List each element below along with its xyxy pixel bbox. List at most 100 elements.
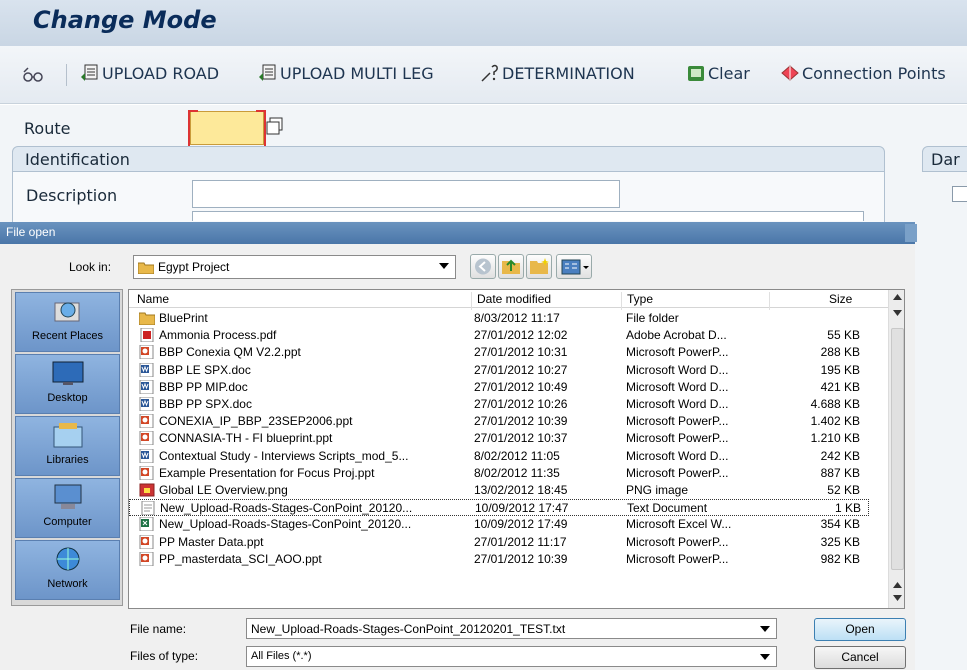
file-row[interactable]: Contextual Study - Interviews Scripts_mo… <box>129 448 869 465</box>
file-row[interactable]: BluePrint 8/03/2012 11:17 File folder <box>129 310 869 327</box>
up-folder-icon <box>502 259 520 274</box>
column-type[interactable]: Type <box>627 292 653 306</box>
place-network[interactable]: Network <box>15 540 120 600</box>
file-type: File folder <box>626 311 679 325</box>
route-input[interactable] <box>188 110 266 148</box>
file-row[interactable]: CONNASIA-TH - FI blueprint.ppt 27/01/2012… <box>129 430 869 447</box>
look-in-label: Look in: <box>69 260 112 274</box>
file-name: BBP PP SPX.doc <box>159 397 252 411</box>
file-size: 325 KB <box>820 534 860 549</box>
file-date: 27/01/2012 11:17 <box>474 534 567 549</box>
dialog-title-bar: File open <box>0 222 915 244</box>
back-icon <box>475 258 491 275</box>
column-name[interactable]: Name <box>137 292 169 306</box>
file-name: Example Presentation for Focus Proj.ppt <box>159 465 375 480</box>
file-size: 1 KB <box>834 501 861 516</box>
file-row[interactable]: New_Upload-Roads-Stages-ConPoint_20120..… <box>129 516 869 533</box>
file-date: 8/03/2012 11:17 <box>474 311 560 325</box>
description-input-2[interactable] <box>192 211 864 221</box>
file-row[interactable]: Example Presentation for Focus Proj.ppt 8… <box>129 465 869 482</box>
back-button[interactable] <box>470 254 496 279</box>
file-date: 27/01/2012 10:27 <box>474 362 568 377</box>
view-menu-icon <box>561 259 589 275</box>
powerpoint-file-icon <box>139 551 154 566</box>
scroll-down-icon[interactable] <box>893 595 902 601</box>
file-name-label: File name: <box>130 622 187 636</box>
file-name: CONEXIA_IP_BBP_23SEP2006.ppt <box>159 414 353 429</box>
up-folder-button[interactable] <box>498 254 524 279</box>
file-row[interactable]: BBP LE SPX.doc 27/01/2012 10:27 Microsoft … <box>129 362 869 379</box>
places-bar: Recent Places Desktop Libraries Computer… <box>11 289 123 606</box>
upload-multi-leg-button[interactable]: UPLOAD MULTI LEG <box>258 63 434 83</box>
glasses-icon[interactable] <box>22 66 44 84</box>
powerpoint-file-icon <box>139 414 154 429</box>
place-libraries[interactable]: Libraries <box>15 416 120 476</box>
file-name: Contextual Study - Interviews Scripts_mo… <box>159 448 409 463</box>
place-desktop[interactable]: Desktop <box>15 354 120 414</box>
description-label: Description <box>26 186 118 205</box>
determination-button[interactable]: DETERMINATION <box>480 63 635 83</box>
file-row[interactable]: BBP PP MIP.doc 27/01/2012 10:49 Microsoft … <box>129 379 869 396</box>
column-date[interactable]: Date modified <box>477 292 551 306</box>
description-input[interactable] <box>192 180 620 208</box>
chevron-down-icon <box>760 654 770 660</box>
file-row[interactable]: BBP PP SPX.doc 27/01/2012 10:26 Microsoft … <box>129 396 869 413</box>
word-file-icon <box>139 448 154 463</box>
image-file-icon <box>139 483 155 497</box>
date-checkbox[interactable] <box>952 186 967 202</box>
file-name: BBP PP MIP.doc <box>159 379 248 394</box>
file-date: 13/02/2012 18:45 <box>474 483 568 497</box>
folder-icon <box>138 262 154 274</box>
file-size: 55 KB <box>827 328 860 343</box>
word-file-icon <box>139 379 154 394</box>
file-name-input[interactable]: New_Upload-Roads-Stages-ConPoint_2012020… <box>246 618 777 639</box>
file-row[interactable]: Ammonia Process.pdf 27/01/2012 12:02 Adobe… <box>129 327 869 344</box>
scrollbar-thumb[interactable] <box>891 328 904 570</box>
file-row[interactable]: BBP Conexia QM V2.2.ppt 27/01/2012 10:31 M… <box>129 344 869 361</box>
file-date: 27/01/2012 10:49 <box>474 379 568 394</box>
scroll-up-icon[interactable] <box>893 294 902 300</box>
sap-toolbar: UPLOAD ROAD UPLOAD MULTI LEG DETERMINATI… <box>0 46 967 104</box>
vertical-scrollbar[interactable] <box>888 290 904 608</box>
file-name: Ammonia Process.pdf <box>159 328 277 343</box>
file-date: 10/09/2012 17:47 <box>475 501 569 516</box>
place-recent-places[interactable]: Recent Places <box>15 292 120 352</box>
scroll-down-icon[interactable] <box>893 310 902 316</box>
file-type: Microsoft PowerP... <box>626 345 729 360</box>
copy-icon[interactable] <box>266 117 284 135</box>
cancel-button[interactable]: Cancel <box>814 646 906 669</box>
new-folder-icon <box>530 258 549 274</box>
column-header: Name Date modified Type Size <box>129 290 889 310</box>
identification-group-header: Identification <box>12 146 885 172</box>
file-type: Microsoft PowerP... <box>626 465 729 480</box>
upload-road-button[interactable]: UPLOAD ROAD <box>80 63 219 83</box>
view-menu-button[interactable] <box>556 254 592 279</box>
text-file-icon <box>141 501 155 516</box>
file-name: CONNASIA-TH - FI blueprint.ppt <box>159 431 333 446</box>
new-folder-button[interactable] <box>526 254 552 279</box>
open-button[interactable]: Open <box>814 618 906 641</box>
route-label: Route <box>24 119 71 138</box>
chevron-down-icon[interactable] <box>760 626 770 632</box>
column-size[interactable]: Size <box>829 292 852 306</box>
file-row[interactable]: PP Master Data.ppt 27/01/2012 11:17 Micros… <box>129 534 869 551</box>
file-type-select[interactable]: All Files (*.*) <box>246 646 777 667</box>
upload-icon <box>259 64 276 81</box>
file-type: Microsoft Word D... <box>626 362 729 377</box>
file-name: PP_masterdata_SCI_AOO.ppt <box>159 551 322 566</box>
scroll-up-icon[interactable] <box>893 582 902 588</box>
file-row[interactable]: New_Upload-Roads-Stages-ConPoint_20120..… <box>129 499 869 517</box>
place-computer[interactable]: Computer <box>15 478 120 538</box>
powerpoint-file-icon <box>139 431 154 446</box>
look-in-select[interactable]: Egypt Project <box>133 255 456 279</box>
file-date: 10/09/2012 17:49 <box>474 517 568 532</box>
file-type: Microsoft Excel W... <box>626 517 732 532</box>
file-row[interactable]: CONEXIA_IP_BBP_23SEP2006.ppt 27/01/2012 1… <box>129 413 869 430</box>
connection-points-button[interactable]: Connection Points <box>780 63 946 83</box>
file-row[interactable]: PP_masterdata_SCI_AOO.ppt 27/01/2012 10:3… <box>129 551 869 568</box>
file-row[interactable]: Global LE Overview.png 13/02/2012 18:45 PN… <box>129 482 869 499</box>
dialog-close-button[interactable] <box>905 224 917 242</box>
file-date: 27/01/2012 10:39 <box>474 414 568 429</box>
connection-icon <box>781 65 799 81</box>
clear-button[interactable]: Clear <box>686 63 750 83</box>
